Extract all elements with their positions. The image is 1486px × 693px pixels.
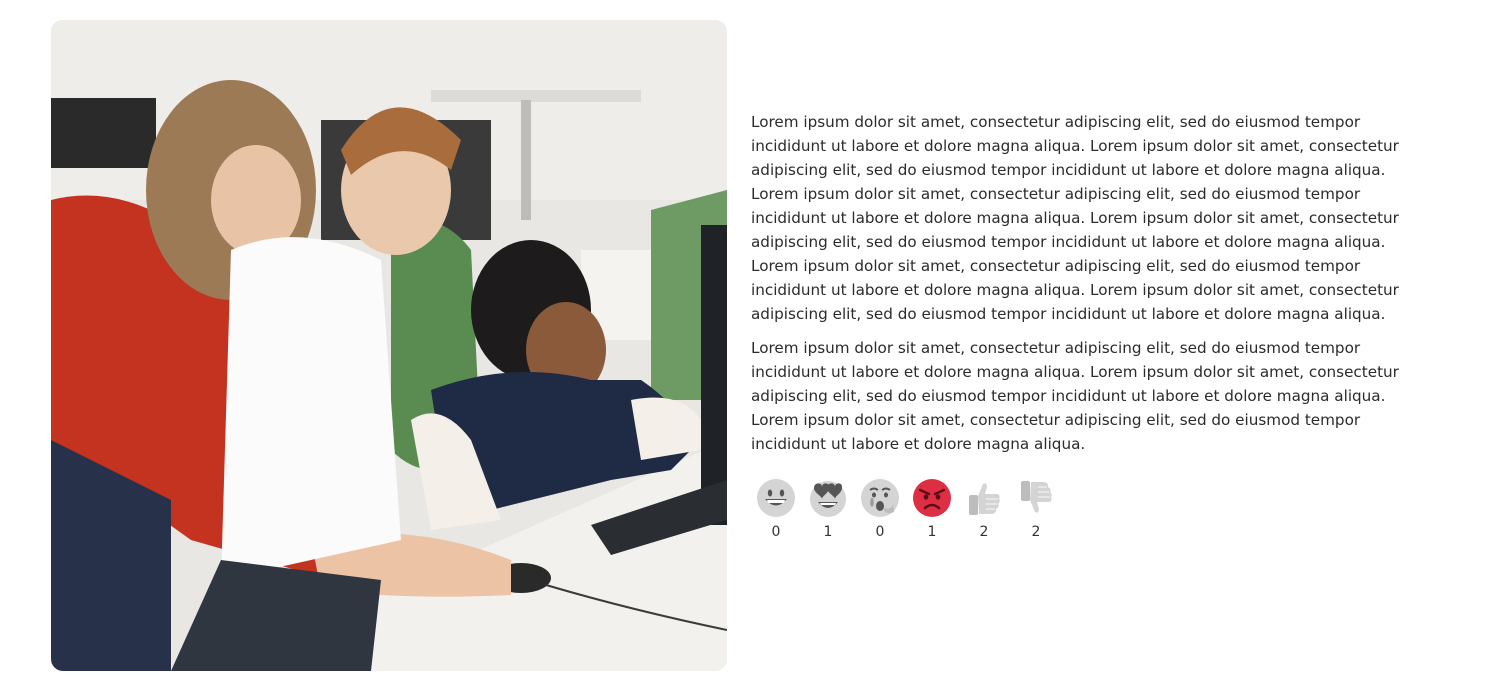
reaction-count: 0	[875, 524, 885, 540]
article-content: Lorem ipsum dolor sit amet, consectetur …	[751, 110, 1431, 540]
article-paragraph: Lorem ipsum dolor sit amet, consectetur …	[751, 339, 1399, 453]
heart-eyes-face-icon	[810, 481, 846, 517]
reaction-angry[interactable]: 1	[912, 478, 952, 540]
thumbs-up-icon	[969, 483, 1000, 515]
article-paragraph: Lorem ipsum dolor sit amet, consectetur …	[751, 113, 1399, 323]
thumbs-down-icon	[1021, 481, 1052, 513]
crying-face-icon	[861, 479, 899, 517]
reaction-bar: 0 1 0 1 2 2	[751, 478, 1431, 540]
angry-face-icon	[913, 479, 951, 517]
reaction-crying[interactable]: 0	[860, 478, 900, 540]
reaction-thumbs-up[interactable]: 2	[964, 478, 1004, 540]
reaction-count: 2	[1031, 524, 1041, 540]
reaction-count: 0	[771, 524, 781, 540]
reaction-grinning[interactable]: 0	[756, 478, 796, 540]
reaction-count: 1	[927, 524, 937, 540]
article-photo	[51, 20, 727, 671]
grinning-face-icon	[757, 479, 795, 517]
classroom-photo	[51, 20, 727, 671]
reaction-thumbs-down[interactable]: 2	[1016, 478, 1056, 540]
reaction-count: 1	[823, 524, 833, 540]
reaction-heart-eyes[interactable]: 1	[808, 478, 848, 540]
reaction-count: 2	[979, 524, 989, 540]
